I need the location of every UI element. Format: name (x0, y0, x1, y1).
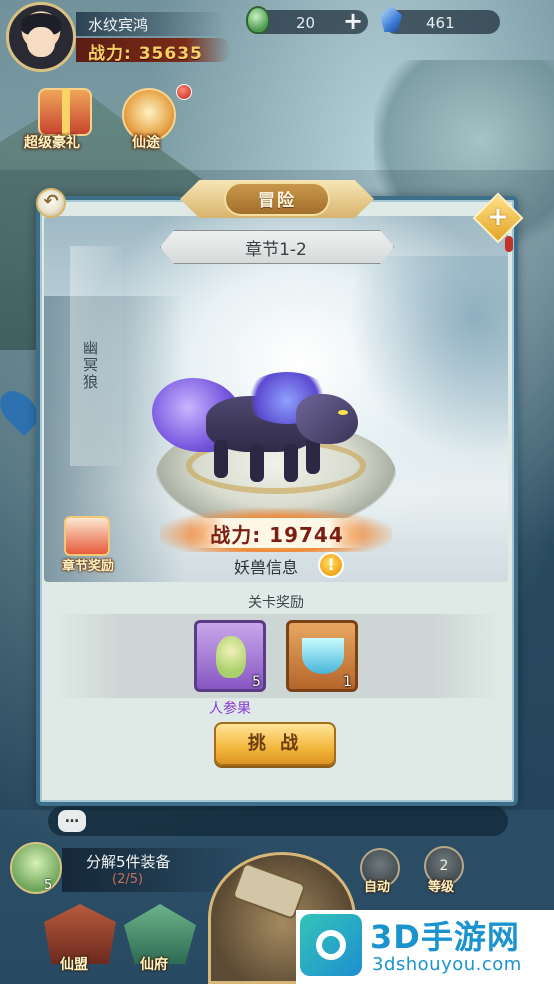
stage-rewards-title: 关卡奖励 (248, 595, 304, 611)
reward-item-count: 5 (252, 674, 261, 690)
add-jade-button[interactable]: + (340, 9, 366, 35)
watermark-logo-icon (300, 914, 362, 976)
reward-strip (54, 614, 500, 698)
super-gift-icon[interactable] (38, 88, 92, 136)
watermark-url: 3dshouyou.com (372, 954, 522, 975)
reward-item-count: 1 (343, 674, 352, 690)
avatar-face (27, 27, 55, 57)
player-name: 水纹宾鸿 (88, 16, 149, 34)
gem-amount: 461 (426, 14, 455, 32)
monster-info-icon[interactable]: ! (318, 552, 344, 578)
quest-text[interactable]: 分解5件装备 (86, 851, 171, 872)
quest-progress: (2/5) (112, 872, 144, 887)
player-avatar[interactable] (6, 2, 76, 72)
chat-bar[interactable] (48, 806, 508, 836)
wolf-leg (284, 444, 298, 482)
quest-item-count: 5 (44, 878, 53, 893)
reward-item-name: 人参果 (209, 701, 251, 717)
auto-label: 自动 (364, 880, 391, 895)
level-label: 等级 (428, 880, 455, 895)
chapter-reward-gift-icon[interactable] (64, 516, 110, 556)
mansion-label[interactable]: 仙府 (140, 954, 168, 974)
tassel-icon (505, 236, 513, 252)
chapter-title: 章节1-2 (245, 240, 307, 260)
challenge-button[interactable]: 挑 战 (214, 722, 336, 766)
monster-name: 幽冥狼 (81, 340, 99, 391)
ginseng-fruit-icon (216, 636, 246, 678)
chat-bubble-icon[interactable]: … (58, 810, 86, 832)
chapter-reward-label[interactable]: 章节奖励 (50, 555, 126, 574)
jade-cup-icon (302, 638, 344, 674)
watermark-title: 3D手游网 (370, 918, 520, 956)
scene-mist-right (348, 256, 508, 456)
monster-power: 战力: 19744 (210, 523, 344, 547)
wolf-leg (214, 440, 228, 478)
plus-icon: + (487, 202, 509, 232)
monster-info-label[interactable]: 妖兽信息 (234, 554, 298, 578)
wolf-eye (338, 410, 348, 415)
super-gift-label: 超级豪礼 (24, 135, 80, 151)
jade-icon (246, 6, 270, 34)
back-button[interactable]: ↶ (36, 188, 66, 218)
quest-ginseng-icon[interactable] (10, 842, 62, 894)
jade-amount: 20 (296, 14, 316, 32)
xiantu-label: 仙途 (132, 135, 160, 151)
player-power: 战力: 35635 (88, 44, 203, 64)
notification-dot-icon (176, 84, 192, 100)
alliance-label[interactable]: 仙盟 (60, 954, 88, 974)
wolf-leg (250, 444, 264, 482)
modal-title: 冒险 (258, 191, 296, 211)
